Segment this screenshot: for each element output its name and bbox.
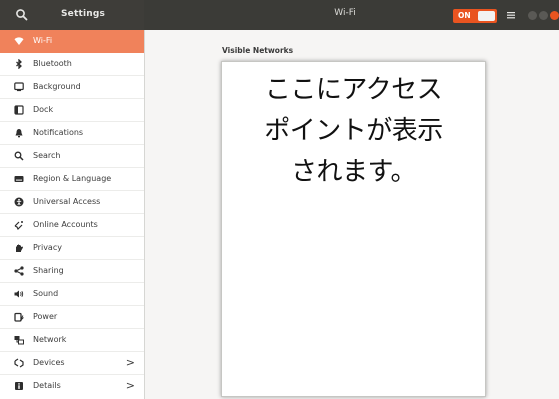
share-icon xyxy=(14,266,24,276)
network-list[interactable]: ここにアクセス ポイントが表示 されます。 xyxy=(221,61,486,397)
sidebar-item-details[interactable]: Details > xyxy=(0,375,144,398)
sidebar-item-label: Wi-Fi xyxy=(33,36,53,45)
wifi-panel: Visible Networks ここにアクセス ポイントが表示 されます。 xyxy=(145,30,559,399)
search-icon[interactable] xyxy=(14,7,30,23)
sidebar-item-power[interactable]: Power xyxy=(0,306,144,329)
sidebar-item-label: Sharing xyxy=(33,266,64,275)
sidebar-item-background[interactable]: Background xyxy=(0,76,144,99)
settings-sidebar: Wi-Fi Bluetooth Background Dock Notifica… xyxy=(0,30,145,399)
bluetooth-icon xyxy=(16,59,22,69)
hamburger-menu-icon[interactable] xyxy=(505,9,517,21)
sidebar-item-sound[interactable]: Sound xyxy=(0,283,144,306)
sidebar-item-label: Devices xyxy=(33,358,65,367)
dock-icon xyxy=(14,105,24,115)
battery-icon xyxy=(14,312,24,322)
sidebar-item-label: Universal Access xyxy=(33,197,101,206)
header-bar: Settings Wi-Fi ON xyxy=(0,0,559,31)
wifi-toggle-label: ON xyxy=(458,11,471,20)
search-icon xyxy=(14,151,24,161)
wifi-toggle[interactable]: ON xyxy=(453,9,497,23)
access-point-placeholder-note: ここにアクセス ポイントが表示 されます。 xyxy=(264,75,443,187)
sidebar-item-label: Online Accounts xyxy=(33,220,98,229)
sidebar-item-region-language[interactable]: Region & Language xyxy=(0,168,144,191)
app-title: Settings xyxy=(61,9,106,19)
sidebar-item-label: Sound xyxy=(33,289,59,298)
accessibility-icon xyxy=(14,197,24,207)
sidebar-item-label: Power xyxy=(33,312,58,321)
speaker-icon xyxy=(14,290,24,298)
sidebar-header: Settings xyxy=(0,0,144,30)
maximize-button[interactable] xyxy=(539,11,548,20)
wifi-icon xyxy=(14,37,24,45)
devices-icon xyxy=(14,358,24,368)
sidebar-item-label: Notifications xyxy=(33,128,84,137)
privacy-hand-icon xyxy=(16,244,23,252)
chevron-right-icon: > xyxy=(125,379,135,392)
details-icon xyxy=(15,382,23,390)
sidebar-item-label: Background xyxy=(33,82,81,91)
panel-title: Wi-Fi xyxy=(334,8,356,18)
online-accounts-icon xyxy=(14,221,23,230)
background-icon xyxy=(14,82,24,92)
sidebar-item-wifi[interactable]: Wi-Fi xyxy=(0,30,144,53)
sidebar-item-search[interactable]: Search xyxy=(0,145,144,168)
sidebar-item-sharing[interactable]: Sharing xyxy=(0,260,144,283)
sidebar-item-label: Details xyxy=(33,381,61,390)
wifi-toggle-knob xyxy=(478,11,495,21)
sidebar-item-universal-access[interactable]: Universal Access xyxy=(0,191,144,214)
bell-icon xyxy=(15,129,23,138)
sidebar-item-notifications[interactable]: Notifications xyxy=(0,122,144,145)
sidebar-item-label: Region & Language xyxy=(33,174,112,183)
visible-networks-heading: Visible Networks xyxy=(222,46,294,55)
minimize-button[interactable] xyxy=(528,11,537,20)
sidebar-item-label: Search xyxy=(33,151,61,160)
sidebar-item-dock[interactable]: Dock xyxy=(0,99,144,122)
keyboard-icon xyxy=(14,176,24,182)
chevron-right-icon: > xyxy=(125,356,135,369)
close-button[interactable] xyxy=(550,11,559,20)
network-icon xyxy=(14,336,24,345)
sidebar-item-privacy[interactable]: Privacy xyxy=(0,237,144,260)
sidebar-item-network[interactable]: Network xyxy=(0,329,144,352)
sidebar-item-label: Bluetooth xyxy=(33,59,72,68)
sidebar-item-bluetooth[interactable]: Bluetooth xyxy=(0,53,144,76)
sidebar-item-label: Privacy xyxy=(33,243,62,252)
sidebar-item-online-accounts[interactable]: Online Accounts xyxy=(0,214,144,237)
sidebar-item-devices[interactable]: Devices > xyxy=(0,352,144,375)
sidebar-item-label: Dock xyxy=(33,105,54,114)
sidebar-item-label: Network xyxy=(33,335,67,344)
